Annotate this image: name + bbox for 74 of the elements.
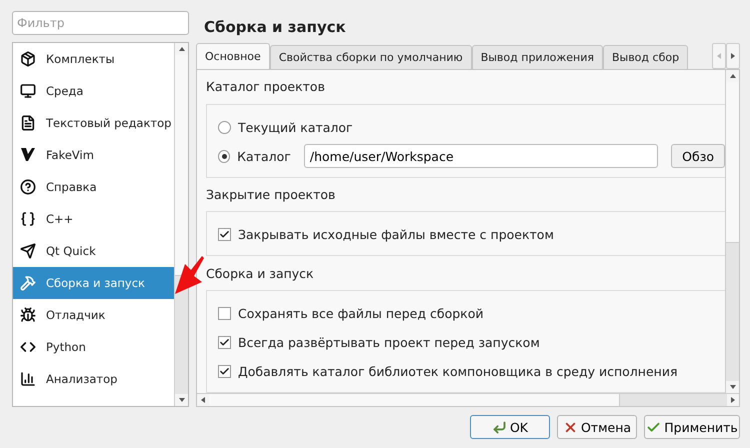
sidebar-item-label: Справка [46,180,97,194]
sidebar-item-label: Python [46,340,86,354]
tab[interactable]: Основное [196,43,270,69]
bar-chart-icon [20,371,36,387]
check-icon [219,229,230,240]
sidebar-item-label: Отладчик [46,308,106,322]
section-title: Закрытие проектов [206,186,336,204]
code-icon [20,339,36,355]
check-icon [219,366,230,378]
filter-field[interactable]: Фильтр [12,11,189,35]
sidebar-item[interactable]: Комплекты [13,43,174,75]
paper-plane-icon [20,243,36,259]
sidebar-item-label: Среда [46,84,84,98]
scroll-left-icon[interactable] [199,396,207,404]
pointer-arrow-drawing [174,256,205,296]
scroll-right-icon[interactable] [729,52,737,60]
hammer-icon [20,275,36,291]
path-field[interactable]: /home/user/Workspace [304,144,658,168]
sidebar-item[interactable]: Среда [13,75,174,107]
scrollbar[interactable] [174,43,188,406]
dialog-button[interactable]: Отмена [557,415,637,439]
sidebar-item-label: Текстовый редактор [46,116,172,130]
sidebar-item[interactable]: Текстовый редактор [13,107,174,139]
scroll-down-icon[interactable] [178,396,186,404]
bug-icon [20,307,36,323]
dialog-button[interactable]: OK [470,415,550,439]
sidebar-item-label: Сборка и запуск [46,276,145,290]
checkbox[interactable] [218,336,231,350]
radio-button[interactable] [218,150,230,163]
tab[interactable]: Вывод сбор [602,45,688,69]
scrollbar[interactable] [725,70,739,393]
checkbox[interactable] [218,365,231,378]
section-title: Каталог проектов [206,78,326,96]
scroll-up-icon[interactable] [728,72,736,80]
tab[interactable]: Вывод приложения [472,45,603,69]
checkbox-label: Закрывать исходные файлы вместе с проектом [238,227,554,242]
sidebar-item-label: C++ [46,212,74,226]
section-title: Сборка и запуск [206,264,315,283]
sidebar-item[interactable]: Qt Quick [13,235,174,267]
vim-logo-icon [20,147,36,163]
sidebar-item[interactable]: Python [13,331,174,363]
sidebar-item[interactable]: Отладчик [13,299,174,331]
tab[interactable]: Свойства сборки по умолчанию [270,45,472,69]
checkbox-label: Сохранять все файлы перед сборкой [238,306,484,322]
sidebar-item[interactable]: Справка [13,171,174,203]
sidebar-item[interactable]: Анализатор [13,363,174,395]
braces-icon [20,211,36,227]
scroll-up-icon[interactable] [178,45,186,53]
browse-button[interactable]: Обзо [671,144,725,168]
checkbox[interactable] [218,307,231,320]
help-icon [20,179,36,195]
checkbox-label: Всегда развёртывать проект перед запуском [238,335,540,350]
enter-arrow-icon [492,420,507,434]
sidebar-item-label: Комплекты [46,52,115,66]
radio-label: Каталог [237,148,291,164]
page-title: Сборка и запуск [203,17,347,38]
sidebar-item-label: Qt Quick [46,244,96,258]
sidebar-item-label: FakeVim [46,148,94,162]
sidebar-item[interactable]: Сборка и запуск [13,267,174,299]
scroll-right-icon[interactable] [729,396,737,404]
checkbox[interactable] [218,228,231,242]
sidebar-item[interactable]: FakeVim [13,139,174,171]
toolbox-icon [20,51,36,67]
scroll-down-icon[interactable] [728,383,736,391]
check-icon [219,337,230,348]
monitor-icon [20,83,36,99]
radio-button[interactable] [218,120,231,134]
sidebar-item-label: Анализатор [46,372,118,386]
checkbox-label: Добавлять каталог библиотек компоновщика в среду исполнения [238,364,678,380]
radio-label: Текущий каталог [238,120,353,135]
scrollbar[interactable] [197,393,739,406]
dialog-button[interactable]: Применить [644,415,740,439]
sidebar-item[interactable]: C++ [13,203,174,235]
document-icon [20,115,36,131]
